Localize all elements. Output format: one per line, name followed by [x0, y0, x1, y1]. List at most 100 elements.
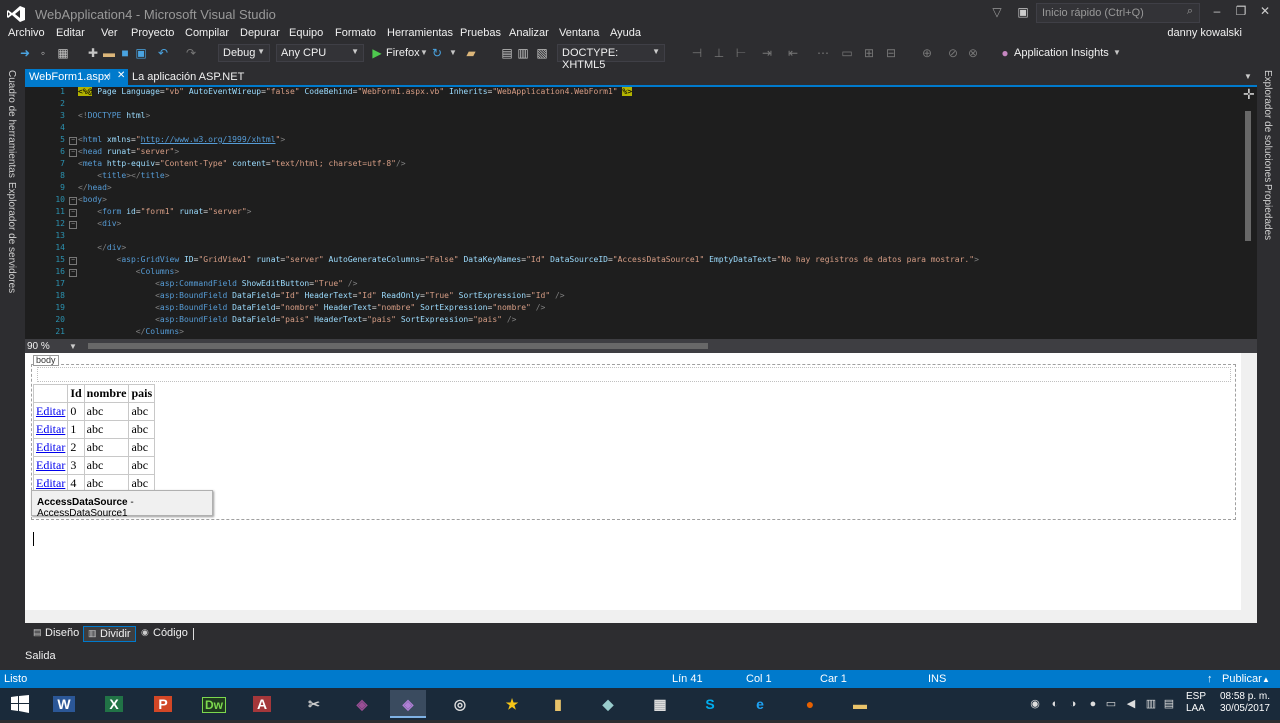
tray-icon[interactable]: ●: [1086, 697, 1100, 711]
close-button[interactable]: ✕: [1252, 4, 1278, 22]
align-icon[interactable]: ⊣: [690, 46, 704, 60]
menu-pruebas[interactable]: Pruebas: [460, 27, 501, 39]
start-icon[interactable]: ▶: [370, 46, 384, 60]
fold-toggle[interactable]: −: [69, 221, 77, 229]
format-icon[interactable]: ▤: [500, 46, 514, 60]
redo-icon[interactable]: ↷: [184, 46, 198, 60]
align-right-icon[interactable]: ⊢: [734, 46, 748, 60]
tray-icon[interactable]: ◑: [1066, 697, 1080, 711]
tab-code[interactable]: ◉ Código: [137, 626, 192, 642]
quick-launch-input[interactable]: Inicio rápido (Ctrl+Q) ⌕: [1036, 3, 1200, 23]
publish-button[interactable]: Publicar: [1222, 673, 1262, 685]
lightbulb-icon[interactable]: ●: [998, 46, 1012, 60]
publish-icon[interactable]: ↑: [1207, 673, 1213, 685]
feedback-icon[interactable]: ▣: [1016, 5, 1030, 19]
code-vertical-scrollbar[interactable]: [1243, 87, 1253, 339]
skype-icon[interactable]: S: [692, 690, 728, 718]
scroll-thumb[interactable]: [1245, 111, 1251, 241]
fold-toggle[interactable]: −: [69, 197, 77, 205]
visual-studio-icon[interactable]: ◈: [344, 690, 380, 718]
firefox-icon[interactable]: ●: [792, 690, 828, 718]
menu-compilar[interactable]: Compilar: [185, 27, 229, 39]
new-project-icon[interactable]: ✚: [86, 46, 100, 60]
fold-toggle[interactable]: −: [69, 149, 77, 157]
undo-icon[interactable]: ↶: [156, 46, 170, 60]
menu-ver[interactable]: Ver: [101, 27, 118, 39]
tab-design[interactable]: ▤ Diseño: [29, 626, 83, 642]
tab-overflow-icon[interactable]: ▼: [1244, 72, 1252, 81]
movie-maker-icon[interactable]: ★: [494, 690, 530, 718]
properties-tab[interactable]: Propiedades: [1262, 184, 1273, 240]
code-editor[interactable]: 1 2 3 4 5 6 7 8 9 10 11 12 13 14 15 16 17 18 19 20 21 <%@ Pa…: [25, 87, 1257, 339]
folder-icon[interactable]: ▬: [842, 690, 878, 718]
close-icon[interactable]: ✕: [117, 70, 125, 81]
menu-depurar[interactable]: Depurar: [240, 27, 280, 39]
space-icon[interactable]: ⋯: [816, 46, 830, 60]
menu-ventana[interactable]: Ventana: [559, 27, 599, 39]
fold-toggle[interactable]: −: [69, 137, 77, 145]
notification-icon[interactable]: ▤: [1162, 697, 1176, 711]
file-explorer-icon[interactable]: ▮: [540, 690, 576, 718]
xmlns-link[interactable]: http://www.w3.org/1999/xhtml: [141, 135, 276, 144]
application-insights-label[interactable]: Application Insights: [1014, 47, 1109, 59]
solution-explorer-tab[interactable]: Explorador de soluciones: [1262, 70, 1273, 182]
internet-explorer-icon[interactable]: e: [742, 690, 778, 718]
battery-icon[interactable]: ▭: [1104, 697, 1118, 711]
tab-asp-app[interactable]: La aplicación ASP.NET: [132, 71, 244, 83]
menu-proyecto[interactable]: Proyecto: [131, 27, 174, 39]
server-explorer-tab[interactable]: Explorador de servidores: [6, 182, 17, 293]
start-button[interactable]: [2, 690, 38, 718]
edit-link[interactable]: Editar: [36, 422, 65, 436]
design-horizontal-scrollbar[interactable]: [25, 610, 1241, 623]
tab-webform1[interactable]: WebForm1.aspx ⊣ ✕: [25, 69, 128, 86]
menu-editar[interactable]: Editar: [56, 27, 85, 39]
volume-icon[interactable]: ◀: [1124, 697, 1138, 711]
forward-icon[interactable]: ◦: [36, 46, 50, 60]
minimize-button[interactable]: –: [1204, 4, 1230, 22]
calculator-icon[interactable]: ▦: [642, 690, 678, 718]
chevron-down-icon[interactable]: ▼: [417, 46, 431, 60]
excel-icon[interactable]: X: [96, 690, 132, 718]
refresh-icon[interactable]: ↻: [430, 46, 444, 60]
split-plus-icon[interactable]: ✛: [1243, 86, 1255, 103]
menu-ayuda[interactable]: Ayuda: [610, 27, 641, 39]
word-icon[interactable]: W: [46, 690, 82, 718]
clock[interactable]: 08:58 p. m. 30/05/2017: [1216, 691, 1270, 715]
indent-icon[interactable]: ⇥: [760, 46, 774, 60]
outdent-icon[interactable]: ⇤: [786, 46, 800, 60]
filter-icon[interactable]: ▽: [990, 5, 1004, 19]
fold-toggle[interactable]: −: [69, 257, 77, 265]
save-all-icon[interactable]: ▣: [134, 46, 148, 60]
edit-link[interactable]: Editar: [36, 476, 65, 490]
configuration-select[interactable]: Debug ▼: [218, 44, 270, 62]
toolbox-tab[interactable]: Cuadro de herramientas: [6, 70, 17, 178]
obs-icon[interactable]: ◎: [442, 690, 478, 718]
access-datasource-control[interactable]: AccessDataSource - AccessDataSource1: [31, 490, 213, 519]
position-icon[interactable]: ⊕: [920, 46, 934, 60]
zoom-level[interactable]: 90 %: [27, 341, 50, 352]
chevron-down-icon[interactable]: ▼: [446, 46, 460, 60]
body-tag-label[interactable]: body: [33, 355, 59, 366]
design-vertical-scrollbar[interactable]: [1241, 353, 1257, 623]
tray-icon[interactable]: ◉: [1028, 697, 1042, 711]
horizontal-scroll-thumb[interactable]: [88, 343, 708, 349]
tools-icon[interactable]: ✂: [296, 690, 332, 718]
browser-link-icon[interactable]: ▰: [464, 46, 478, 60]
fold-toggle[interactable]: −: [69, 269, 77, 277]
menu-herramientas[interactable]: Herramientas: [387, 27, 453, 39]
comment-icon[interactable]: ▧: [535, 46, 549, 60]
align-center-icon[interactable]: ⊥: [712, 46, 726, 60]
chevron-down-icon[interactable]: ▼: [1110, 46, 1124, 60]
fold-toggle[interactable]: −: [69, 209, 77, 217]
layout-icon[interactable]: ⊞: [862, 46, 876, 60]
edit-link[interactable]: Editar: [36, 440, 65, 454]
chevron-down-icon[interactable]: ▼: [69, 342, 77, 351]
user-name[interactable]: danny kowalski: [1167, 27, 1242, 39]
lock-icon[interactable]: ⊗: [966, 46, 980, 60]
back-icon[interactable]: ➜: [18, 46, 32, 60]
bookmark-icon[interactable]: ▭: [840, 46, 854, 60]
edit-link[interactable]: Editar: [36, 404, 65, 418]
menu-analizar[interactable]: Analizar: [509, 27, 549, 39]
open-file-icon[interactable]: ▬: [102, 46, 116, 60]
menu-formato[interactable]: Formato: [335, 27, 376, 39]
